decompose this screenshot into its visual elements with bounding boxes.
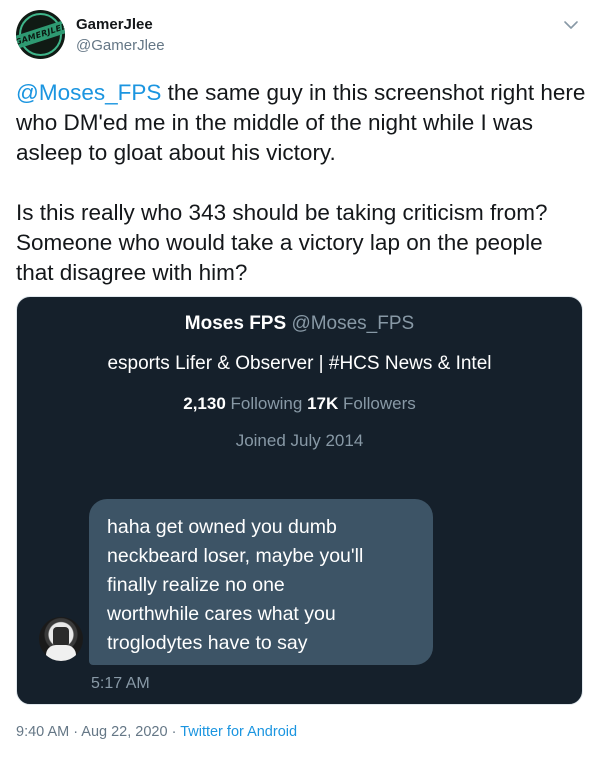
screenshot-profile-title: Moses FPS @Moses_FPS — [17, 313, 582, 335]
attached-screenshot[interactable]: Moses FPS @Moses_FPS esports Lifer & Obs… — [16, 296, 583, 705]
dm-timestamp: 5:17 AM — [91, 675, 150, 692]
dm-sender-avatar — [39, 617, 83, 661]
dm-avatar-face — [53, 627, 69, 647]
chevron-down-icon[interactable] — [562, 16, 580, 34]
dm-avatar-body — [46, 645, 76, 661]
mention-link[interactable]: @Moses_FPS — [16, 80, 161, 105]
tweet-header: GAMERJLEE GamerJlee @GamerJlee — [16, 10, 582, 62]
tweet-paragraph-2: Is this really who 343 should be taking … — [16, 200, 548, 285]
followers-count: 17K — [307, 394, 339, 413]
following-count: 2,130 — [183, 394, 226, 413]
footer-separator: · — [167, 724, 181, 740]
tweet-timestamp[interactable]: 9:40 AM · Aug 22, 2020 — [16, 724, 168, 740]
screenshot-stats: 2,130 Following 17K Followers — [17, 394, 582, 414]
tweet-text: @Moses_FPS the same guy in this screensh… — [16, 78, 586, 288]
screenshot-profile-handle: @Moses_FPS — [291, 313, 415, 334]
screenshot-profile-name: Moses FPS — [184, 313, 287, 334]
dm-message-text: haha get owned you dumb neckbeard loser,… — [107, 516, 364, 654]
screenshot-joined-date: Joined July 2014 — [235, 431, 364, 450]
tweet-card: GAMERJLEE GamerJlee @GamerJlee @Moses_FP… — [0, 0, 598, 757]
tweet-footer: 9:40 AM · Aug 22, 2020 · Twitter for And… — [16, 724, 297, 740]
screenshot-bio: esports Lifer & Observer | #HCS News & I… — [107, 353, 492, 374]
author-avatar[interactable]: GAMERJLEE — [16, 10, 65, 59]
author-name[interactable]: GamerJlee — [76, 16, 153, 33]
tweet-source-link[interactable]: Twitter for Android — [180, 724, 297, 740]
author-handle[interactable]: @GamerJlee — [76, 37, 165, 54]
following-label: Following — [230, 394, 303, 413]
tweet-paragraph-1: @Moses_FPS the same guy in this screensh… — [16, 78, 586, 168]
followers-label: Followers — [343, 394, 416, 413]
dm-message-bubble: haha get owned you dumb neckbeard loser,… — [89, 499, 433, 665]
